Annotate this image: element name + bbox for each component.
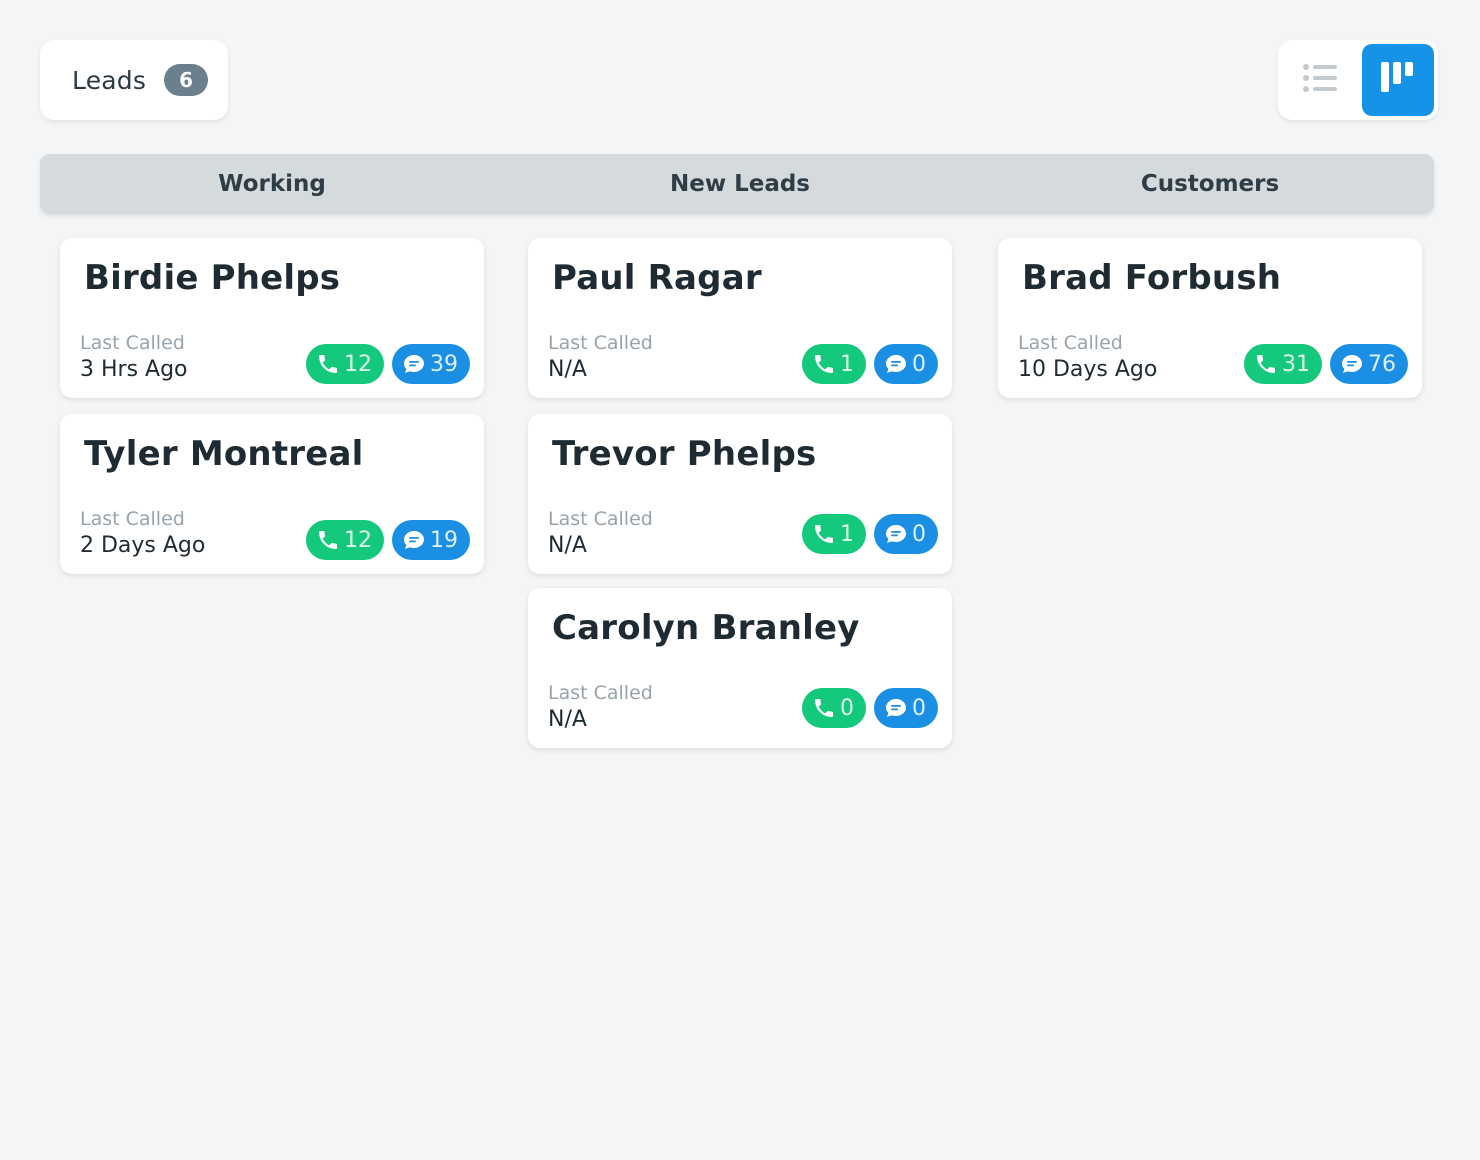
phone-icon — [316, 528, 340, 552]
messages-badge[interactable]: 76 — [1330, 344, 1408, 384]
column-header-new-leads[interactable]: New Leads — [506, 154, 974, 214]
leads-count-badge: 6 — [164, 64, 209, 96]
messages-count: 0 — [912, 351, 926, 377]
activity-badges: 0 0 — [802, 688, 938, 728]
last-called-label: Last Called — [1018, 332, 1123, 354]
lead-name: Birdie Phelps — [84, 258, 341, 298]
lead-card[interactable]: Trevor Phelps Last Called N/A 1 0 — [528, 414, 952, 574]
chat-bubble-icon — [402, 528, 426, 552]
last-called-label: Last Called — [80, 332, 185, 354]
messages-count: 76 — [1368, 351, 1396, 377]
list-icon — [1303, 63, 1337, 97]
chat-bubble-icon — [402, 352, 426, 376]
page-title: Leads — [72, 65, 147, 95]
lead-name: Carolyn Branley — [552, 608, 860, 648]
chat-bubble-icon — [884, 696, 908, 720]
board-view-button[interactable] — [1362, 44, 1434, 116]
last-called-value: 2 Days Ago — [80, 533, 206, 558]
messages-badge[interactable]: 39 — [392, 344, 470, 384]
view-toggle — [1278, 40, 1438, 120]
calls-badge[interactable]: 12 — [306, 344, 384, 384]
leads-title-pill: Leads 6 — [40, 40, 228, 120]
chat-bubble-icon — [884, 522, 908, 546]
last-called-label: Last Called — [80, 508, 185, 530]
last-called-value: 3 Hrs Ago — [80, 357, 188, 382]
phone-icon — [812, 522, 836, 546]
activity-badges: 1 0 — [802, 514, 938, 554]
activity-badges: 12 39 — [306, 344, 470, 384]
calls-count: 1 — [840, 521, 854, 547]
calls-badge[interactable]: 1 — [802, 344, 866, 384]
lead-name: Trevor Phelps — [552, 434, 817, 474]
last-called-value: N/A — [548, 357, 587, 382]
phone-icon — [812, 352, 836, 376]
column-header-customers[interactable]: Customers — [976, 154, 1444, 214]
phone-icon — [1254, 352, 1278, 376]
calls-badge[interactable]: 0 — [802, 688, 866, 728]
lead-card[interactable]: Birdie Phelps Last Called 3 Hrs Ago 12 3… — [60, 238, 484, 398]
board-icon — [1381, 62, 1415, 98]
messages-count: 0 — [912, 695, 926, 721]
calls-badge[interactable]: 12 — [306, 520, 384, 560]
lead-card[interactable]: Tyler Montreal Last Called 2 Days Ago 12… — [60, 414, 484, 574]
activity-badges: 31 76 — [1244, 344, 1408, 384]
calls-count: 1 — [840, 351, 854, 377]
phone-icon — [812, 696, 836, 720]
chat-bubble-icon — [1340, 352, 1364, 376]
messages-count: 19 — [430, 527, 458, 553]
lead-card[interactable]: Carolyn Branley Last Called N/A 0 0 — [528, 588, 952, 748]
last-called-label: Last Called — [548, 332, 653, 354]
lead-name: Brad Forbush — [1022, 258, 1282, 298]
messages-badge[interactable]: 0 — [874, 344, 938, 384]
lead-name: Paul Ragar — [552, 258, 762, 298]
messages-badge[interactable]: 0 — [874, 688, 938, 728]
calls-count: 0 — [840, 695, 854, 721]
last-called-label: Last Called — [548, 508, 653, 530]
last-called-value: N/A — [548, 533, 587, 558]
messages-badge[interactable]: 0 — [874, 514, 938, 554]
messages-count: 39 — [430, 351, 458, 377]
messages-badge[interactable]: 19 — [392, 520, 470, 560]
last-called-label: Last Called — [548, 682, 653, 704]
activity-badges: 1 0 — [802, 344, 938, 384]
lead-name: Tyler Montreal — [84, 434, 364, 474]
column-header-working[interactable]: Working — [40, 154, 504, 214]
lead-card[interactable]: Brad Forbush Last Called 10 Days Ago 31 … — [998, 238, 1422, 398]
last-called-value: 10 Days Ago — [1018, 357, 1158, 382]
column-headers-bar: Working New Leads Customers — [40, 154, 1434, 214]
messages-count: 0 — [912, 521, 926, 547]
phone-icon — [316, 352, 340, 376]
calls-count: 12 — [344, 351, 372, 377]
calls-count: 31 — [1282, 351, 1310, 377]
activity-badges: 12 19 — [306, 520, 470, 560]
last-called-value: N/A — [548, 707, 587, 732]
calls-badge[interactable]: 1 — [802, 514, 866, 554]
calls-badge[interactable]: 31 — [1244, 344, 1322, 384]
lead-card[interactable]: Paul Ragar Last Called N/A 1 0 — [528, 238, 952, 398]
chat-bubble-icon — [884, 352, 908, 376]
calls-count: 12 — [344, 527, 372, 553]
list-view-button[interactable] — [1278, 40, 1362, 120]
